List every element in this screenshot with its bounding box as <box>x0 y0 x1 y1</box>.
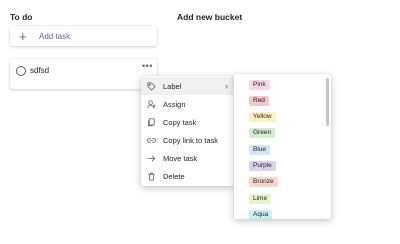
label-chip-red[interactable]: Red <box>249 96 269 106</box>
task-card[interactable]: sdfsd ••• <box>10 59 157 89</box>
label-chip-lime[interactable]: Lime <box>249 194 272 204</box>
more-icon[interactable]: ••• <box>142 61 153 71</box>
add-new-bucket-title[interactable]: Add new bucket <box>177 12 242 22</box>
trash-icon <box>146 171 156 181</box>
menu-item-label-text: Label <box>163 81 182 91</box>
todo-bucket-title: To do <box>10 12 33 22</box>
add-task-label: Add task <box>39 31 71 41</box>
label-chip-yellow[interactable]: Yellow <box>249 112 276 122</box>
label-chip-aqua[interactable]: Aqua <box>249 210 273 219</box>
complete-task-checkbox[interactable] <box>16 66 26 76</box>
task-context-menu: Label › Assign Copy task Copy link to ta… <box>141 76 234 186</box>
menu-item-copy-link[interactable]: Copy link to task <box>141 131 234 149</box>
menu-item-move-task[interactable]: Move task <box>141 149 234 167</box>
task-title: sdfsd <box>30 66 50 75</box>
menu-item-assign-text: Assign <box>163 99 186 109</box>
copy-icon <box>146 117 156 127</box>
chevron-right-icon: › <box>225 81 228 91</box>
tag-icon <box>146 81 156 91</box>
assign-user-icon <box>146 99 156 109</box>
label-chip-pink[interactable]: Pink <box>249 80 270 90</box>
arrow-right-icon <box>146 153 156 163</box>
menu-item-copy-task[interactable]: Copy task <box>141 113 234 131</box>
menu-item-move-task-text: Move task <box>163 153 198 163</box>
menu-item-delete[interactable]: Delete <box>141 167 234 185</box>
label-submenu-scrollbar[interactable] <box>326 78 329 126</box>
menu-item-copy-link-text: Copy link to task <box>163 135 219 145</box>
link-icon <box>146 135 156 145</box>
add-task-button[interactable]: + Add task <box>10 26 157 46</box>
label-chip-bronze[interactable]: Bronze <box>249 177 278 187</box>
label-submenu: Pink Red Yellow Green Blue Purple Bronze… <box>234 74 331 219</box>
label-chip-purple[interactable]: Purple <box>249 161 276 171</box>
label-chip-blue[interactable]: Blue <box>249 145 271 155</box>
menu-item-copy-task-text: Copy task <box>163 117 197 127</box>
menu-item-assign[interactable]: Assign <box>141 95 234 113</box>
menu-item-label[interactable]: Label › <box>141 77 234 95</box>
menu-item-delete-text: Delete <box>163 171 185 181</box>
label-chip-green[interactable]: Green <box>249 128 276 138</box>
plus-icon: + <box>19 28 27 44</box>
